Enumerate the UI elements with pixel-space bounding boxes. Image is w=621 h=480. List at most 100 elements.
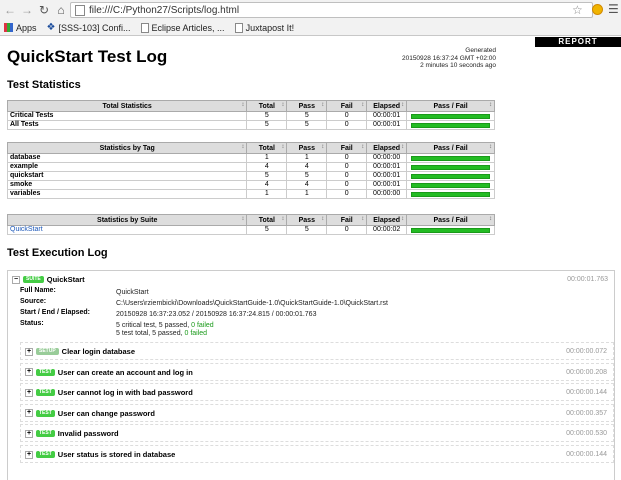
test-item[interactable]: + TEST User cannot log in with bad passwor… — [20, 383, 614, 402]
source-link[interactable]: C:\Users\rziembicki\Downloads\QuickStart… — [116, 300, 388, 307]
sort-icon[interactable]: ↕ — [361, 102, 364, 108]
bookmark-apps[interactable]: Apps — [4, 23, 37, 33]
stat-elapsed: 00:00:01 — [366, 162, 408, 172]
stat-total: 1 — [246, 153, 288, 163]
item-header[interactable]: + TEST User can change password — [25, 409, 155, 418]
stats-title-header[interactable]: Statistics by Suite ↕ — [6, 214, 248, 226]
suite-label: SUITE — [23, 276, 44, 283]
extension-icon[interactable] — [592, 4, 603, 15]
stat-pass: 5 — [286, 111, 328, 121]
stats-header-row: Total Statistics ↕ Total ↕ Pass ↕ Fail ↕ Elapsed… — [6, 100, 495, 112]
stats-row[interactable]: smoke 4 4 0 00:00:01 — [6, 180, 495, 190]
sort-icon[interactable]: ↕ — [489, 144, 492, 150]
setup-item[interactable]: + SETUP Clear login database 00:00:00.072 — [20, 342, 614, 360]
bookmark-star-icon[interactable]: ☆ — [572, 3, 583, 17]
stats-row[interactable]: quickstart 5 5 0 00:00:01 — [6, 171, 495, 181]
sort-icon[interactable]: ↕ — [321, 144, 324, 150]
column-header[interactable]: Pass / Fail ↕ — [406, 214, 495, 226]
stats-header-row: Statistics by Suite ↕ Total ↕ Pass ↕ Fail ↕ Elap… — [6, 214, 495, 226]
item-header[interactable]: + SETUP Clear login database — [25, 347, 135, 356]
sort-icon[interactable]: ↕ — [241, 216, 244, 222]
reload-icon[interactable]: ↻ — [37, 3, 51, 17]
browser-window: ← → ↻ ⌂ file:///C:/Python27/Scripts/log.… — [0, 0, 621, 480]
sort-icon[interactable]: ↕ — [489, 102, 492, 108]
item-name: Invalid password — [57, 429, 119, 439]
suite-header[interactable]: − SUITE QuickStart — [12, 275, 85, 284]
item-header[interactable]: + TEST Invalid password — [25, 429, 119, 438]
home-icon[interactable]: ⌂ — [54, 3, 68, 17]
suite-link-text[interactable]: QuickStart — [10, 226, 43, 233]
column-header[interactable]: Fail ↕ — [326, 142, 368, 154]
url-field[interactable]: file:///C:/Python27/Scripts/log.html — [70, 2, 593, 18]
column-header[interactable]: Fail ↕ — [326, 214, 368, 226]
sort-icon[interactable]: ↕ — [321, 216, 324, 222]
stats-title-header[interactable]: Statistics by Tag ↕ — [6, 142, 248, 154]
times-key: Start / End / Elapsed: — [20, 309, 91, 316]
report-link[interactable]: REPORT — [535, 37, 621, 47]
test-item[interactable]: + TEST User status is stored in database 00… — [20, 445, 614, 463]
stats-row[interactable]: QuickStart 5 5 0 00:00:02 — [6, 225, 495, 235]
sort-icon[interactable]: ↕ — [281, 144, 284, 150]
sort-icon[interactable]: ↕ — [361, 216, 364, 222]
stats-row[interactable]: database 1 1 0 00:00:00 — [6, 153, 495, 163]
forward-arrow-icon[interactable]: → — [20, 3, 34, 17]
stat-total: 4 — [246, 180, 288, 190]
suite-link[interactable]: QuickStart — [6, 225, 248, 235]
pass-fail-cell — [406, 171, 495, 181]
sort-icon[interactable]: ↕ — [241, 144, 244, 150]
column-header[interactable]: Pass / Fail ↕ — [406, 100, 495, 112]
stats-title-header[interactable]: Total Statistics ↕ — [6, 100, 248, 112]
column-header[interactable]: Pass ↕ — [286, 142, 328, 154]
sort-icon[interactable]: ↕ — [401, 102, 404, 108]
sort-icon[interactable]: ↕ — [401, 144, 404, 150]
column-header[interactable]: Total ↕ — [246, 100, 288, 112]
stat-fail: 0 — [326, 225, 368, 235]
sort-icon[interactable]: ↕ — [241, 102, 244, 108]
item-elapsed: 00:00:00.144 — [566, 389, 607, 397]
expand-icon[interactable]: + — [25, 347, 33, 356]
collapse-icon[interactable]: − — [12, 275, 20, 284]
stat-pass: 4 — [286, 180, 328, 190]
stats-row[interactable]: All Tests 5 5 0 00:00:01 — [6, 120, 495, 130]
stats-header-row: Statistics by Tag ↕ Total ↕ Pass ↕ Fail ↕ Elapse… — [6, 142, 495, 154]
sort-icon[interactable]: ↕ — [321, 102, 324, 108]
sort-icon[interactable]: ↕ — [281, 216, 284, 222]
item-header[interactable]: + TEST User cannot log in with bad passwor… — [25, 388, 193, 397]
item-elapsed: 00:00:00.357 — [566, 409, 607, 417]
pass-fail-cell — [406, 180, 495, 190]
column-header[interactable]: Pass ↕ — [286, 100, 328, 112]
bookmark-eclipse[interactable]: Eclipse Articles, ... — [140, 22, 225, 33]
sort-icon[interactable]: ↕ — [361, 144, 364, 150]
stats-row[interactable]: example 4 4 0 00:00:01 — [6, 162, 495, 172]
expand-icon[interactable]: + — [25, 429, 33, 438]
column-header[interactable]: Total ↕ — [246, 214, 288, 226]
column-header[interactable]: Pass ↕ — [286, 214, 328, 226]
test-item[interactable]: + TEST User can change password 00:00:00.35… — [20, 403, 614, 422]
test-item[interactable]: + TEST User can create an account and log … — [20, 362, 614, 381]
stats-row[interactable]: variables 1 1 0 00:00:00 — [6, 189, 495, 199]
stat-total: 5 — [246, 111, 288, 121]
expand-icon[interactable]: + — [25, 409, 33, 418]
source-key: Source: — [20, 298, 47, 305]
menu-icon[interactable]: ☰ — [608, 2, 619, 16]
expand-icon[interactable]: + — [25, 388, 33, 397]
sort-icon[interactable]: ↕ — [401, 216, 404, 222]
item-header[interactable]: + TEST User status is stored in database — [25, 450, 175, 459]
sort-icon[interactable]: ↕ — [281, 102, 284, 108]
column-header[interactable]: Elapsed ↕ — [366, 100, 408, 112]
test-item[interactable]: + TEST Invalid password 00:00:00.530 — [20, 424, 614, 443]
item-type-label: SETUP — [36, 348, 59, 355]
column-header[interactable]: Total ↕ — [246, 142, 288, 154]
sort-icon[interactable]: ↕ — [489, 216, 492, 222]
column-header[interactable]: Elapsed ↕ — [366, 142, 408, 154]
column-header[interactable]: Fail ↕ — [326, 100, 368, 112]
expand-icon[interactable]: + — [25, 450, 33, 459]
bookmark-sss[interactable]: ❖ [SSS-103] Confi... — [47, 22, 131, 33]
bookmark-juxtapost[interactable]: Juxtapost It! — [234, 22, 294, 33]
back-arrow-icon[interactable]: ← — [3, 3, 17, 17]
expand-icon[interactable]: + — [25, 368, 33, 377]
stats-row[interactable]: Critical Tests 5 5 0 00:00:01 — [6, 111, 495, 121]
column-header[interactable]: Elapsed ↕ — [366, 214, 408, 226]
item-header[interactable]: + TEST User can create an account and log … — [25, 368, 193, 377]
column-header[interactable]: Pass / Fail ↕ — [406, 142, 495, 154]
